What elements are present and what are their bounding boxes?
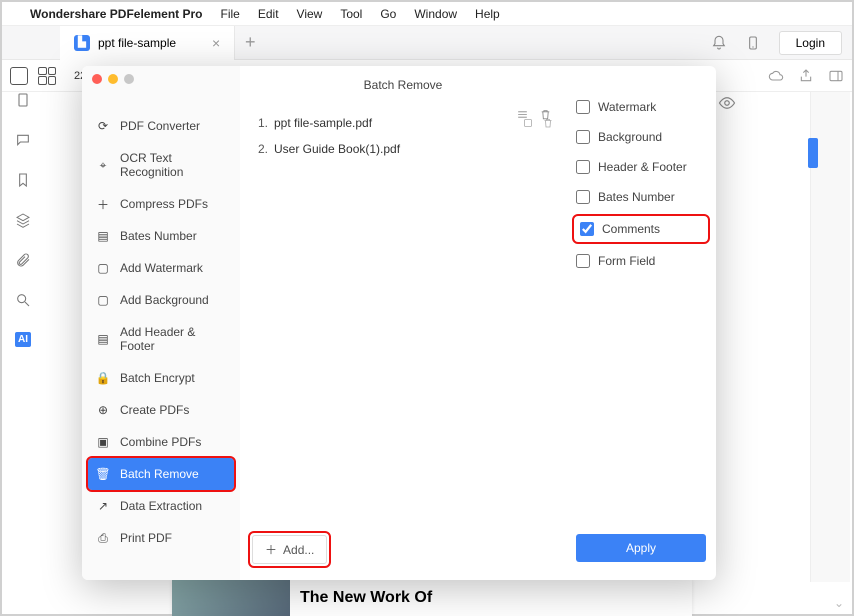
window-traffic-lights <box>92 74 134 84</box>
sidebar-item-data-extraction[interactable]: ↗Data Extraction <box>82 490 240 522</box>
sidebar-item-bates[interactable]: ▤Bates Number <box>82 220 240 252</box>
plus-icon: ＋ <box>265 541 277 558</box>
bell-icon[interactable] <box>711 35 727 51</box>
option-watermark[interactable]: Watermark <box>576 98 706 116</box>
file-list: 1. ppt file-sample.pdf 2. User Guide Boo… <box>252 110 554 162</box>
document-tab-title: ppt file-sample <box>98 36 176 50</box>
menu-edit[interactable]: Edit <box>258 7 279 21</box>
left-rail: AI <box>5 92 41 347</box>
list-view-icon[interactable] <box>516 108 529 121</box>
sidebar-item-pdf-converter[interactable]: ⟳PDF Converter <box>82 110 240 142</box>
zoom-window-icon[interactable] <box>124 74 134 84</box>
attachment-icon[interactable] <box>15 252 31 268</box>
sidebar-item-batch-remove[interactable]: 🗑Batch Remove <box>88 458 234 490</box>
option-header-footer[interactable]: Header & Footer <box>576 158 706 176</box>
option-background[interactable]: Background <box>576 128 706 146</box>
file-name: User Guide Book(1).pdf <box>274 142 554 156</box>
option-form-field[interactable]: Form Field <box>576 252 706 270</box>
bookmark-icon[interactable] <box>15 172 31 188</box>
dialog-title: Batch Remove <box>252 74 554 110</box>
document-tab[interactable]: ▙ ppt file-sample × <box>60 26 235 60</box>
option-bates-number[interactable]: Bates Number <box>576 188 706 206</box>
share-icon[interactable] <box>798 68 814 84</box>
app-logo-icon: ▙ <box>74 35 90 51</box>
batch-sidebar: ⟳PDF Converter ⌖OCR Text Recognition ＋Co… <box>82 66 240 580</box>
sidebar-item-print[interactable]: ⎙Print PDF <box>82 522 240 554</box>
document-tab-bar: ▙ ppt file-sample × + Login <box>2 26 852 60</box>
right-panel-handle[interactable] <box>808 138 818 168</box>
ai-badge-icon[interactable]: AI <box>15 332 31 347</box>
sidebar-item-compress[interactable]: ＋Compress PDFs <box>82 188 240 220</box>
sidebar-item-combine[interactable]: ▣Combine PDFs <box>82 426 240 458</box>
sidebar-item-create[interactable]: ⊕Create PDFs <box>82 394 240 426</box>
expand-chevron-icon[interactable]: ⌄ <box>834 596 848 610</box>
file-row[interactable]: 2. User Guide Book(1).pdf <box>252 136 554 162</box>
file-name: ppt file-sample.pdf <box>274 116 516 130</box>
menu-file[interactable]: File <box>221 7 240 21</box>
eye-icon[interactable] <box>718 94 736 117</box>
sidebar-item-watermark[interactable]: ▢Add Watermark <box>82 252 240 284</box>
sidebar-item-encrypt[interactable]: 🔒Batch Encrypt <box>82 362 240 394</box>
sidebar-toggle-icon[interactable] <box>10 67 28 85</box>
comment-rail-icon[interactable] <box>15 132 31 148</box>
background-document: The New Work Of <box>172 580 692 616</box>
batch-options: Watermark Background Header & Footer Bat… <box>566 66 716 580</box>
sidebar-item-ocr[interactable]: ⌖OCR Text Recognition <box>82 142 240 188</box>
option-comments[interactable]: Comments <box>580 220 702 238</box>
page-icon[interactable] <box>15 92 31 108</box>
menu-window[interactable]: Window <box>414 7 457 21</box>
sidebar-item-header-footer[interactable]: ▤Add Header & Footer <box>82 316 240 362</box>
menu-go[interactable]: Go <box>380 7 396 21</box>
menu-view[interactable]: View <box>297 7 323 21</box>
add-file-button[interactable]: ＋ Add... <box>252 535 327 564</box>
thumbnails-icon[interactable] <box>38 67 56 85</box>
clear-list-icon[interactable] <box>539 108 552 121</box>
sidebar-item-background[interactable]: ▢Add Background <box>82 284 240 316</box>
app-name[interactable]: Wondershare PDFelement Pro <box>30 7 203 21</box>
login-button[interactable]: Login <box>779 31 842 55</box>
close-tab-icon[interactable]: × <box>212 35 220 51</box>
panel-icon[interactable] <box>828 68 844 84</box>
mac-menu-bar: Wondershare PDFelement Pro File Edit Vie… <box>2 2 852 26</box>
mobile-icon[interactable] <box>745 35 761 51</box>
file-list-tools <box>516 108 552 121</box>
menu-help[interactable]: Help <box>475 7 500 21</box>
apply-button[interactable]: Apply <box>576 534 706 562</box>
file-row[interactable]: 1. ppt file-sample.pdf <box>252 110 554 136</box>
new-tab-button[interactable]: + <box>235 32 265 53</box>
cloud-icon[interactable] <box>768 68 784 84</box>
batch-file-area: Batch Remove 1. ppt file-sample.pdf 2. U… <box>240 66 566 580</box>
background-headline: The New Work Of <box>290 589 432 607</box>
close-window-icon[interactable] <box>92 74 102 84</box>
batch-dialog: ⟳PDF Converter ⌖OCR Text Recognition ＋Co… <box>82 66 716 580</box>
layers-icon[interactable] <box>15 212 31 228</box>
minimize-window-icon[interactable] <box>108 74 118 84</box>
search-rail-icon[interactable] <box>15 292 31 308</box>
menu-tool[interactable]: Tool <box>340 7 362 21</box>
